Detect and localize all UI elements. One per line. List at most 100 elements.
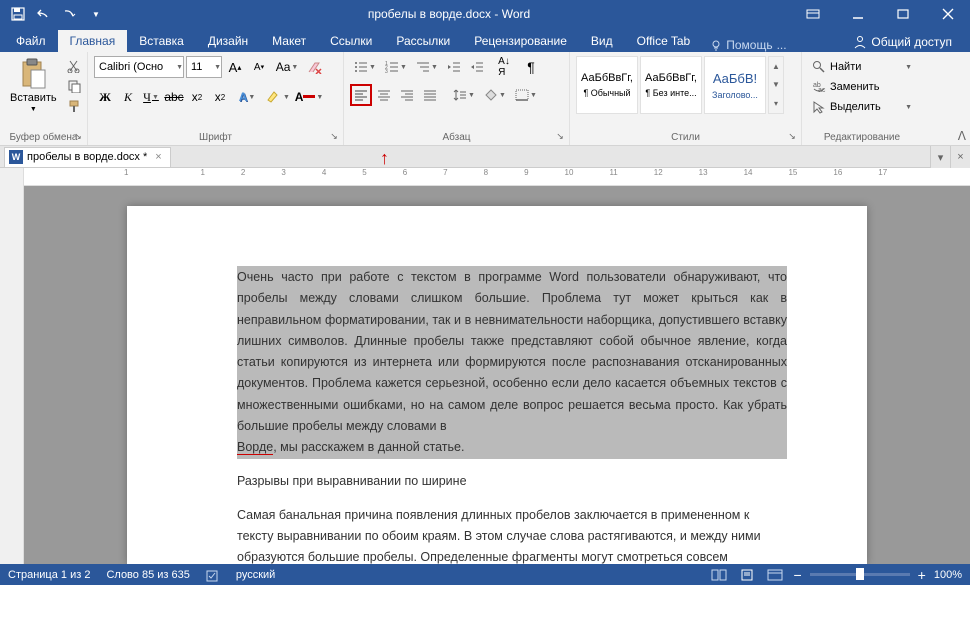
styles-gallery[interactable]: АаБбВвГг,¶ Обычный АаБбВвГг,¶ Без инте..… [576, 56, 795, 114]
change-case-button[interactable]: Aa▼ [272, 56, 302, 78]
save-button[interactable] [6, 2, 30, 26]
horizontal-ruler[interactable]: 11234567891011121314151617 [24, 168, 970, 185]
quick-access-toolbar: ▼ [0, 2, 108, 26]
status-proofing[interactable] [206, 568, 220, 582]
redo-button[interactable] [58, 2, 82, 26]
style-heading1[interactable]: АаБбВ!Заголово... [704, 56, 766, 114]
share-label: Общий доступ [871, 35, 952, 49]
zoom-level[interactable]: 100% [934, 569, 962, 581]
person-icon [853, 35, 867, 49]
highlight-button[interactable]: ▼ [263, 86, 293, 108]
share-button[interactable]: Общий доступ [845, 32, 960, 52]
tell-me-search[interactable]: Помощь... [710, 38, 786, 52]
view-read-button[interactable] [709, 566, 729, 584]
replace-button[interactable]: abacЗаменить [808, 78, 916, 96]
cut-button[interactable] [64, 57, 84, 75]
collapse-ribbon-button[interactable]: ᐱ [958, 129, 966, 143]
text-effects-button[interactable]: A▼ [232, 86, 262, 108]
status-page[interactable]: Страница 1 из 2 [8, 569, 90, 581]
numbering-button[interactable]: 123▼ [381, 56, 411, 78]
vertical-ruler[interactable] [0, 186, 24, 564]
status-language[interactable]: русский [236, 569, 275, 581]
shading-button[interactable]: ▼ [480, 84, 510, 106]
font-label: Шрифт [88, 132, 343, 143]
find-button[interactable]: Найти▼ [808, 58, 916, 76]
ruler-corner [0, 168, 24, 186]
paragraph-heading[interactable]: Разрывы при выравнивании по ширине [237, 471, 787, 492]
align-justify-button[interactable] [419, 84, 441, 106]
tab-home[interactable]: Главная [58, 30, 128, 52]
strikethrough-button[interactable]: abc [163, 86, 185, 108]
increase-font-button[interactable]: A▴ [224, 56, 246, 78]
close-button[interactable] [925, 0, 970, 28]
font-size-select[interactable]: 11▼ [186, 56, 222, 78]
paragraph-body[interactable]: Самая банальная причина появления длинны… [237, 505, 787, 565]
superscript-button[interactable]: x2 [209, 86, 231, 108]
group-paragraph: ▼ 123▼ ▼ А↓Я ¶ ▼ ▼ ▼ Абзац ↘ [344, 52, 570, 145]
tab-close-icon[interactable]: × [155, 151, 161, 163]
format-painter-button[interactable] [64, 97, 84, 115]
copy-button[interactable] [64, 77, 84, 95]
clipboard-launcher[interactable]: ↘ [71, 129, 85, 143]
decrease-indent-button[interactable] [443, 56, 465, 78]
sort-button[interactable]: А↓Я [489, 56, 519, 78]
align-center-button[interactable] [373, 84, 395, 106]
font-color-button[interactable]: A▼ [294, 86, 324, 108]
svg-text:3: 3 [385, 69, 388, 73]
tabstrip-right-buttons: ▾ × [930, 146, 970, 168]
style-normal[interactable]: АаБбВвГг,¶ Обычный [576, 56, 638, 114]
line-spacing-button[interactable]: ▼ [449, 84, 479, 106]
select-button[interactable]: Выделить▼ [808, 98, 916, 116]
align-right-button[interactable] [396, 84, 418, 106]
ribbon-display-button[interactable] [790, 0, 835, 28]
bullets-button[interactable]: ▼ [350, 56, 380, 78]
view-print-button[interactable] [737, 566, 757, 584]
decrease-font-button[interactable]: A▾ [248, 56, 270, 78]
show-marks-button[interactable]: ¶ [520, 56, 542, 78]
qat-customize[interactable]: ▼ [84, 2, 108, 26]
titlebar: ▼ пробелы в ворде.docx - Word [0, 0, 970, 28]
tabstrip-close[interactable]: × [950, 146, 970, 168]
zoom-in-button[interactable]: + [918, 567, 926, 583]
minimize-button[interactable] [835, 0, 880, 28]
tab-view[interactable]: Вид [579, 30, 625, 52]
bold-button[interactable]: Ж [94, 86, 116, 108]
paragraph-selected[interactable]: Очень часто при работе с текстом в прогр… [237, 266, 787, 459]
underline-button[interactable]: Ч▼ [140, 86, 162, 108]
zoom-slider[interactable] [810, 573, 910, 576]
borders-button[interactable]: ▼ [511, 84, 541, 106]
italic-button[interactable]: К [117, 86, 139, 108]
increase-indent-button[interactable] [466, 56, 488, 78]
page[interactable]: Очень часто при работе с текстом в прогр… [127, 206, 867, 564]
font-name-select[interactable]: Calibri (Осно▼ [94, 56, 184, 78]
callout-arrow-icon: ↑ [380, 148, 389, 169]
align-left-button[interactable] [350, 84, 372, 106]
multilevel-button[interactable]: ▼ [412, 56, 442, 78]
style-nospacing[interactable]: АаБбВвГг,¶ Без инте... [640, 56, 702, 114]
tab-mailings[interactable]: Рассылки [384, 30, 462, 52]
tab-review[interactable]: Рецензирование [462, 30, 579, 52]
tabstrip-menu[interactable]: ▾ [930, 146, 950, 168]
status-words[interactable]: Слово 85 из 635 [106, 569, 189, 581]
undo-button[interactable] [32, 2, 56, 26]
maximize-button[interactable] [880, 0, 925, 28]
view-web-button[interactable] [765, 566, 785, 584]
tab-file[interactable]: Файл [4, 30, 58, 52]
group-font: Calibri (Осно▼ 11▼ A▴ A▾ Aa▼ Ж К Ч▼ abc … [88, 52, 344, 145]
font-launcher[interactable]: ↘ [327, 129, 341, 143]
app-name: Word [502, 7, 530, 21]
paste-button[interactable]: Вставить ▼ [6, 56, 61, 116]
paragraph-launcher[interactable]: ↘ [553, 129, 567, 143]
styles-launcher[interactable]: ↘ [785, 129, 799, 143]
zoom-out-button[interactable]: − [793, 567, 801, 583]
tab-insert[interactable]: Вставка [127, 30, 196, 52]
document-tab[interactable]: W пробелы в ворде.docx * × [4, 147, 171, 167]
clear-formatting-button[interactable] [304, 56, 326, 78]
styles-more-button[interactable]: ▲▼▾ [768, 56, 784, 114]
tab-layout[interactable]: Макет [260, 30, 318, 52]
subscript-button[interactable]: x2 [186, 86, 208, 108]
tab-design[interactable]: Дизайн [196, 30, 260, 52]
ribbon-body: Вставить ▼ Буфер обмена ↘ Calibri (Осно▼… [0, 52, 970, 146]
tab-office-tab[interactable]: Office Tab [625, 30, 703, 52]
tab-references[interactable]: Ссылки [318, 30, 384, 52]
